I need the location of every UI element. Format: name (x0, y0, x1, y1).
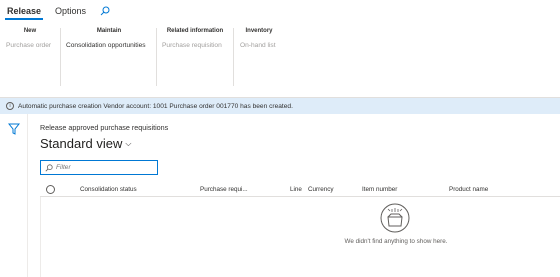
group-title-related-information: Related information (166, 28, 224, 34)
ribbon-group-related-information: Related information Purchase requisition (162, 28, 228, 90)
action-pane-tabs: Release Options (0, 0, 560, 22)
ribbon-group-new: New Purchase order (6, 28, 54, 90)
group-title-maintain: Maintain (96, 28, 122, 34)
column-header-item-number[interactable]: Item number (362, 186, 397, 193)
column-header-currency[interactable]: Currency (308, 186, 334, 193)
on-hand-list-button[interactable]: On-hand list (240, 42, 278, 49)
view-selector[interactable]: Standard view ⌵ (40, 136, 131, 151)
grid-left-border (40, 197, 41, 277)
info-message-bar: i Automatic purchase creation Vendor acc… (0, 98, 560, 114)
info-message-text: Automatic purchase creation Vendor accou… (18, 102, 293, 110)
column-header-product-name[interactable]: Product name (449, 186, 488, 193)
empty-grid-message: We didn't find anything to show here. (344, 238, 448, 245)
search-icon[interactable] (97, 3, 113, 19)
action-pane-ribbon: New Purchase order Maintain Consolidatio… (0, 22, 560, 98)
select-all-radio[interactable] (46, 185, 55, 194)
ribbon-group-inventory: Inventory On-hand list (240, 28, 278, 90)
filter-field[interactable] (40, 160, 158, 175)
empty-box-icon (380, 203, 410, 233)
main-content: Release approved purchase requisitions S… (28, 114, 560, 277)
view-name: Standard view (40, 136, 123, 151)
chevron-down-icon: ⌵ (125, 138, 132, 148)
group-title-inventory: Inventory (245, 28, 273, 34)
filter-icon[interactable] (7, 122, 21, 135)
ribbon-separator (233, 28, 234, 86)
column-header-consolidation-status[interactable]: Consolidation status (80, 186, 137, 193)
ribbon-separator (60, 28, 61, 86)
ribbon-group-maintain: Maintain Consolidation opportunities (66, 28, 152, 90)
tab-release[interactable]: Release (0, 0, 48, 22)
column-header-line[interactable]: Line (290, 186, 302, 193)
ribbon-separator (156, 28, 157, 86)
tab-options[interactable]: Options (48, 0, 93, 22)
info-icon: i (6, 102, 14, 110)
consolidation-opportunities-button[interactable]: Consolidation opportunities (66, 42, 152, 49)
purchase-requisition-button[interactable]: Purchase requisition (162, 42, 228, 49)
page-caption: Release approved purchase requisitions (40, 123, 169, 132)
purchase-order-button[interactable]: Purchase order (6, 42, 54, 49)
column-header-purchase-requisition[interactable]: Purchase requi... (200, 186, 248, 193)
group-title-new: New (23, 28, 37, 34)
search-icon (45, 163, 53, 171)
filter-input[interactable] (56, 164, 156, 171)
grid-header: Consolidation status Purchase requi... L… (40, 182, 560, 197)
filter-pane-strip (0, 114, 28, 277)
